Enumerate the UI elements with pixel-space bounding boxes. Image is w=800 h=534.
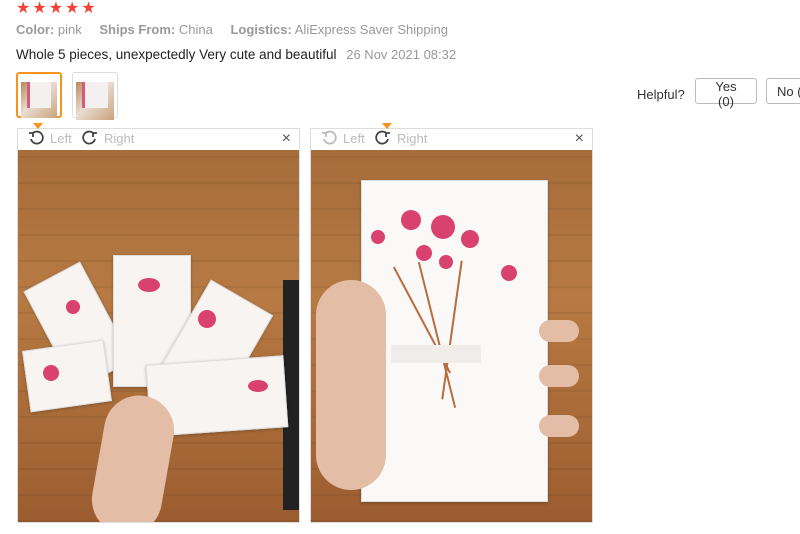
thumbnail-2[interactable]	[72, 72, 118, 120]
rotate-right-icon	[375, 130, 390, 145]
review-text: Whole 5 pieces, unexpectedly Very cute a…	[16, 47, 337, 62]
rotate-right-button[interactable]: Right	[82, 129, 134, 147]
rotate-left-button[interactable]: Left	[321, 129, 365, 147]
viewer-toolbar: Left Right ×	[18, 123, 299, 149]
star-icon: ★	[48, 0, 64, 17]
thumbnail-1[interactable]	[16, 72, 62, 119]
rotate-left-label: Left	[50, 130, 72, 146]
color-value: pink	[57, 22, 82, 37]
image-viewer-1: Left Right ×	[17, 123, 300, 523]
review-date: 26 Nov 2021 08:32	[346, 47, 457, 62]
viewer-toolbar: Left Right ×	[311, 123, 592, 149]
ships-from-value: China	[178, 22, 213, 37]
rotate-right-label: Right	[397, 130, 428, 146]
thumbnail-image	[76, 81, 114, 120]
helpful-no-button[interactable]: No (	[766, 78, 800, 104]
color-label: Color:	[16, 22, 55, 37]
thumbnail-image	[21, 82, 57, 119]
close-icon[interactable]: ×	[575, 129, 584, 149]
rotate-right-label: Right	[104, 130, 135, 146]
rotate-right-button[interactable]: Right	[375, 129, 427, 147]
review-photo-2[interactable]	[311, 150, 592, 522]
star-icon: ★	[16, 0, 31, 17]
logistics-label: Logistics:	[230, 22, 292, 37]
star-icon: ★	[32, 0, 47, 17]
image-viewer-2: Left Right ×	[310, 123, 593, 523]
star-icon: ★	[81, 0, 96, 17]
rotate-left-icon	[322, 130, 337, 145]
close-icon[interactable]: ×	[282, 129, 291, 149]
logistics-value: AliExpress Saver Shipping	[294, 22, 448, 37]
review-photo-1[interactable]	[18, 150, 299, 522]
helpful-yes-button[interactable]: Yes (0)	[695, 78, 757, 109]
rotate-left-icon	[29, 130, 44, 145]
review-body: Whole 5 pieces, unexpectedly Very cute a…	[16, 47, 456, 62]
ships-from-label: Ships From:	[99, 22, 176, 37]
star-icon: ★	[65, 0, 80, 17]
helpful-label: Helpful?	[637, 87, 685, 102]
rotate-right-icon	[82, 130, 97, 145]
review-thumbnails	[16, 72, 118, 120]
review-meta: Color: pink Ships From: China Logistics:…	[16, 22, 448, 37]
star-rating: ★ ★ ★ ★ ★	[16, 0, 96, 17]
rotate-left-button[interactable]: Left	[28, 129, 72, 147]
rotate-left-label: Left	[343, 130, 365, 146]
